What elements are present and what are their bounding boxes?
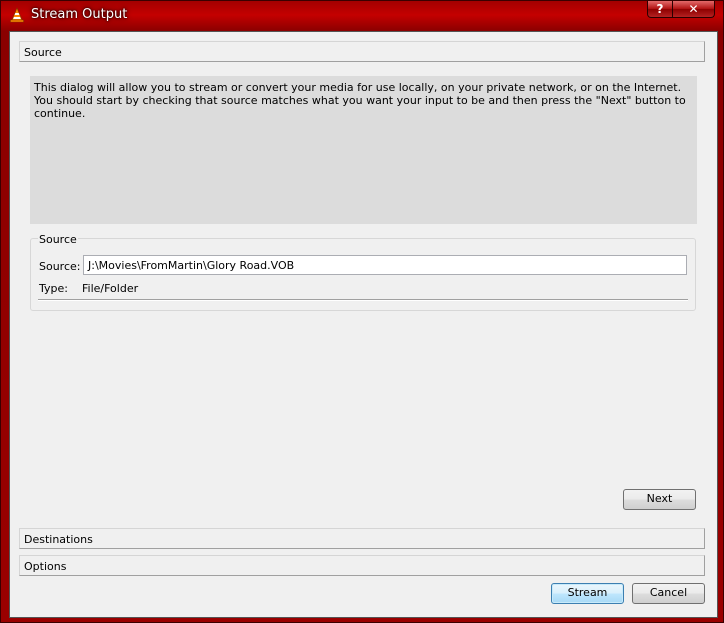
title-bar[interactable]: Stream Output ? ✕ <box>1 1 723 29</box>
source-group-title: Source <box>38 233 78 246</box>
cancel-button[interactable]: Cancel <box>632 583 705 604</box>
stream-button[interactable]: Stream <box>551 583 624 604</box>
source-groupbox: Source Source: J:\Movies\FromMartin\Glor… <box>30 233 696 311</box>
dialog-client-area: Source This dialog will allow you to str… <box>9 31 718 618</box>
vlc-cone-icon <box>9 7 25 23</box>
stream-output-window: Stream Output ? ✕ Source This dialog wil… <box>0 0 724 623</box>
description-line-1: This dialog will allow you to stream or … <box>34 81 682 94</box>
destinations-section-label: Destinations <box>24 533 93 546</box>
type-field-label: Type: <box>39 282 68 295</box>
options-section-header[interactable]: Options <box>19 555 705 576</box>
source-path-field[interactable]: J:\Movies\FromMartin\Glory Road.VOB <box>83 255 687 275</box>
type-value: File/Folder <box>82 282 139 295</box>
source-field-label: Source: <box>39 260 81 273</box>
description-line-2: You should start by checking that source… <box>34 94 686 120</box>
source-section-label: Source <box>24 46 62 59</box>
window-title: Stream Output <box>31 7 128 22</box>
group-divider <box>38 299 688 301</box>
next-button[interactable]: Next <box>623 489 696 510</box>
destinations-section-header[interactable]: Destinations <box>19 528 705 549</box>
help-icon[interactable]: ? <box>647 1 673 18</box>
close-icon[interactable]: ✕ <box>673 1 715 18</box>
options-section-label: Options <box>24 560 67 573</box>
description-panel: This dialog will allow you to stream or … <box>30 76 697 224</box>
source-section-header[interactable]: Source <box>19 41 705 62</box>
